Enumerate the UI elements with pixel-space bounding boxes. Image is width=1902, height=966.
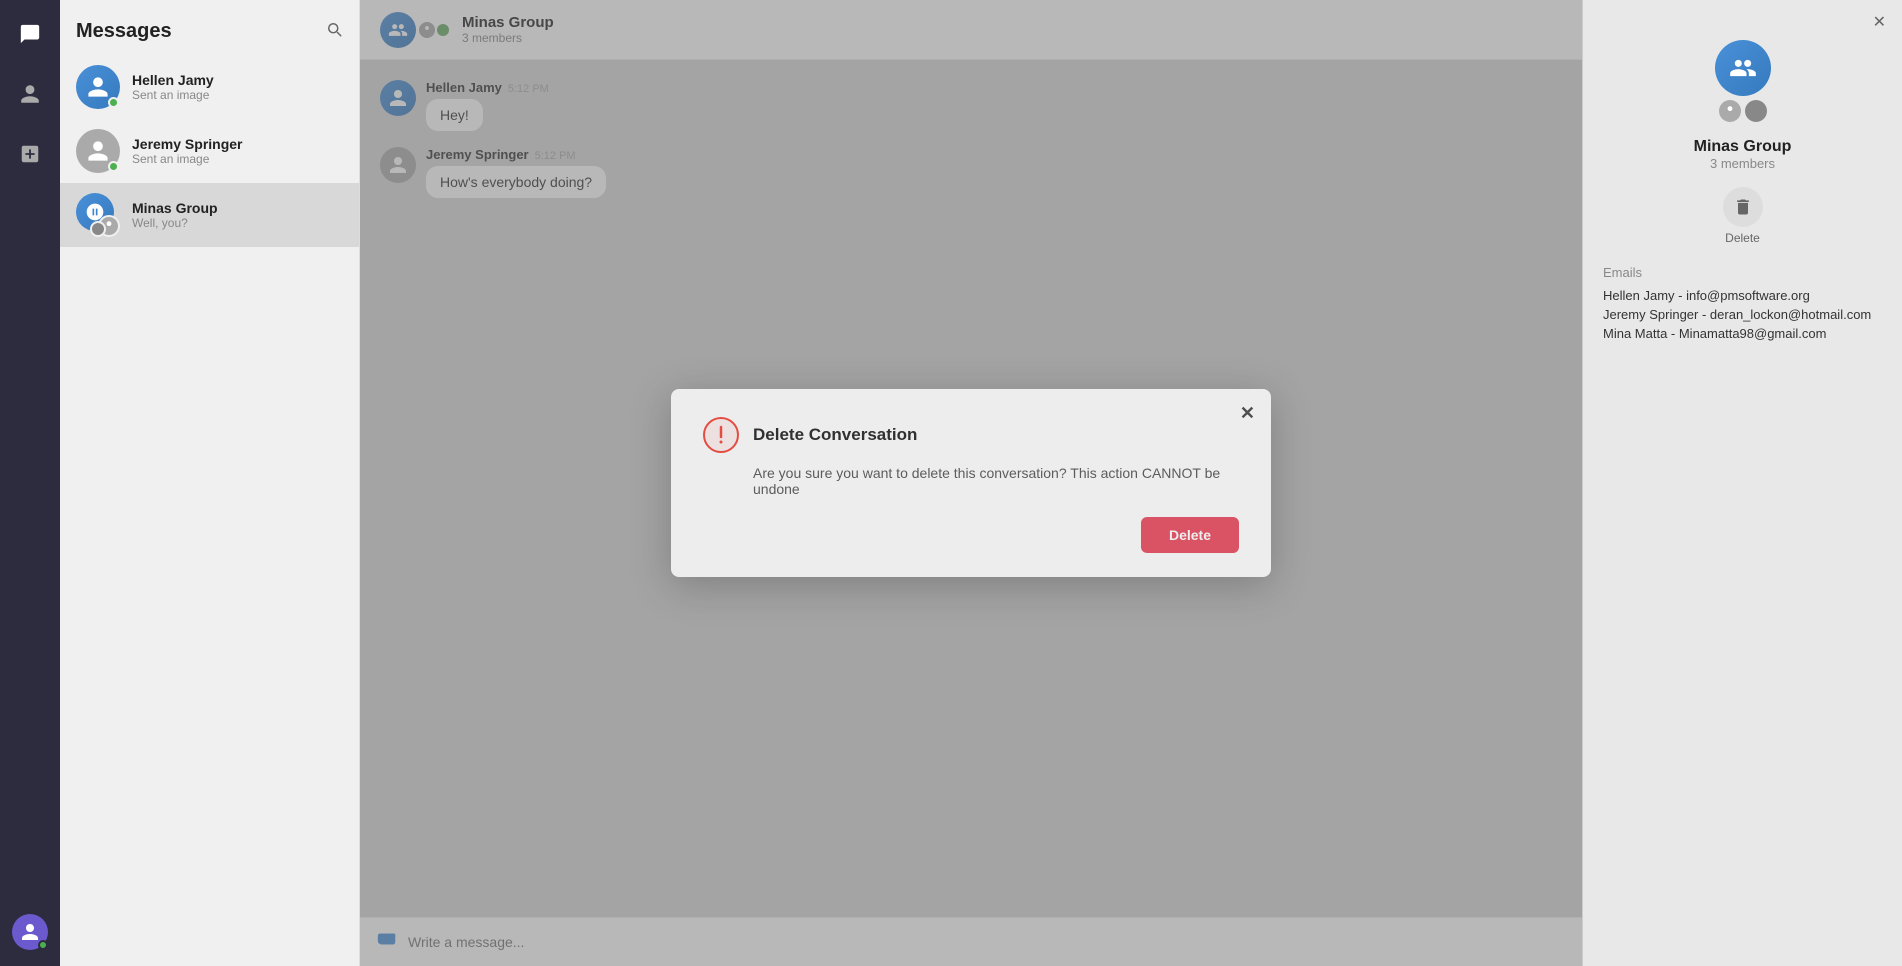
left-navigation bbox=[0, 0, 60, 966]
email-item-hellen: Hellen Jamy - info@pmsoftware.org bbox=[1603, 288, 1882, 303]
user-avatar[interactable] bbox=[12, 914, 48, 950]
search-icon[interactable] bbox=[325, 20, 343, 43]
contact-info-jeremy: Jeremy Springer Sent an image bbox=[132, 136, 343, 166]
panel-main-avatar bbox=[1715, 40, 1771, 96]
modal-delete-button[interactable]: Delete bbox=[1141, 517, 1239, 553]
modal-body: Are you sure you want to delete this con… bbox=[703, 465, 1239, 497]
avatar-minas-group bbox=[76, 193, 120, 237]
modal-overlay: ✕ Delete Conversation Are you sure you w… bbox=[360, 0, 1582, 966]
online-indicator bbox=[108, 97, 119, 108]
modal-header: Delete Conversation bbox=[703, 417, 1239, 453]
nav-contacts-icon[interactable] bbox=[12, 76, 48, 112]
panel-members-count: 3 members bbox=[1710, 156, 1775, 171]
warning-icon bbox=[703, 417, 739, 453]
right-panel: ✕ Minas Group 3 members Delete Emails H bbox=[1582, 0, 1902, 966]
nav-chat-icon[interactable] bbox=[12, 16, 48, 52]
contact-preview: Sent an image bbox=[132, 152, 343, 166]
modal-title: Delete Conversation bbox=[753, 425, 917, 445]
right-panel-close-button[interactable]: ✕ bbox=[1873, 12, 1886, 32]
contact-preview: Well, you? bbox=[132, 216, 343, 230]
panel-sub-avatars bbox=[1719, 100, 1767, 122]
contact-item-minas-group[interactable]: Minas Group Well, you? bbox=[60, 183, 359, 247]
contact-item-hellen-jamy[interactable]: Hellen Jamy Sent an image bbox=[60, 55, 359, 119]
sidebar: Messages Hellen Jamy Sent an image bbox=[60, 0, 360, 966]
contact-info-minas-group: Minas Group Well, you? bbox=[132, 200, 343, 230]
panel-delete-action[interactable]: Delete bbox=[1723, 187, 1763, 245]
delete-label: Delete bbox=[1725, 231, 1760, 245]
avatar-jeremy-springer bbox=[76, 129, 120, 173]
online-indicator bbox=[108, 161, 119, 172]
panel-emails-title: Emails bbox=[1603, 265, 1882, 280]
sidebar-title: Messages bbox=[76, 20, 172, 43]
sidebar-header: Messages bbox=[60, 0, 359, 55]
contact-item-jeremy-springer[interactable]: Jeremy Springer Sent an image bbox=[60, 119, 359, 183]
panel-sub-avatar-1 bbox=[1719, 100, 1741, 122]
contact-name: Minas Group bbox=[132, 200, 343, 216]
panel-group-name: Minas Group bbox=[1694, 138, 1792, 156]
panel-group-icon bbox=[1715, 40, 1771, 122]
nav-add-icon[interactable] bbox=[12, 136, 48, 172]
chat-main: Minas Group 3 members Hellen Jamy 5:12 P… bbox=[360, 0, 1582, 966]
email-item-jeremy: Jeremy Springer - deran_lockon@hotmail.c… bbox=[1603, 307, 1882, 322]
modal-footer: Delete bbox=[703, 517, 1239, 553]
contact-info-hellen: Hellen Jamy Sent an image bbox=[132, 72, 343, 102]
contact-preview: Sent an image bbox=[132, 88, 343, 102]
contact-name: Hellen Jamy bbox=[132, 72, 343, 88]
panel-sub-avatar-2 bbox=[1745, 100, 1767, 122]
contact-name: Jeremy Springer bbox=[132, 136, 343, 152]
delete-icon bbox=[1723, 187, 1763, 227]
email-item-mina: Mina Matta - Minamatta98@gmail.com bbox=[1603, 326, 1882, 341]
modal-close-button[interactable]: ✕ bbox=[1240, 403, 1255, 424]
panel-emails-section: Emails Hellen Jamy - info@pmsoftware.org… bbox=[1603, 265, 1882, 345]
delete-conversation-modal: ✕ Delete Conversation Are you sure you w… bbox=[671, 389, 1271, 577]
avatar-hellen-jamy bbox=[76, 65, 120, 109]
